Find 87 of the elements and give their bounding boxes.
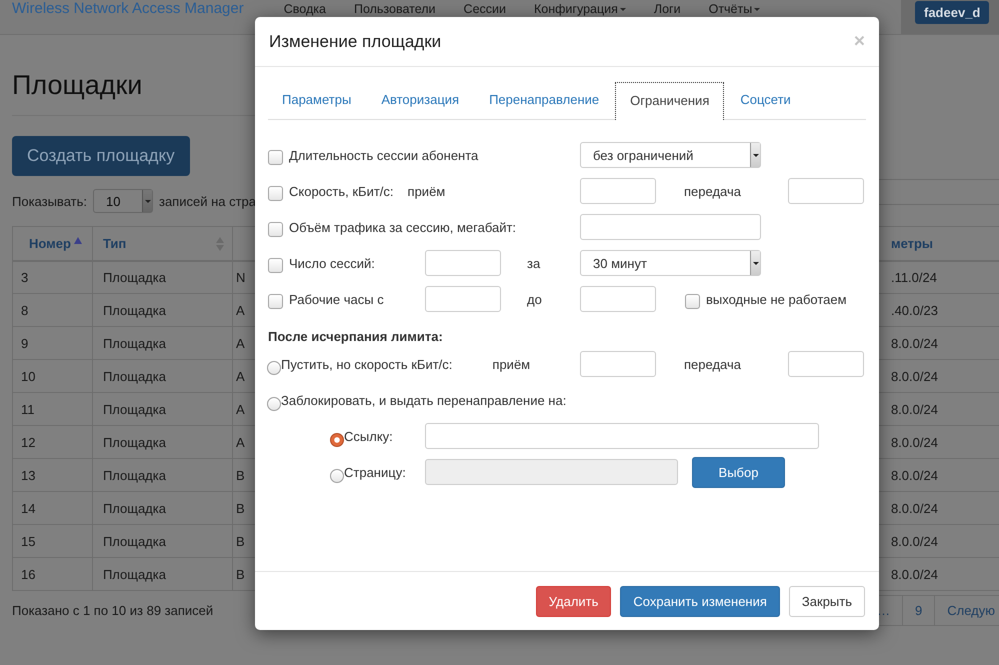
checkbox[interactable] (685, 294, 700, 308)
checkbox-label: выходные не работаем (706, 292, 847, 306)
field-label: до (526, 292, 543, 306)
field-label: за (526, 256, 542, 270)
table-info: Показано с 1 по 10 из 89 записей (12, 603, 214, 618)
radio-label: Ссылку: (344, 428, 393, 444)
field-label: приём (492, 356, 530, 372)
input-field[interactable] (580, 286, 656, 312)
select-field[interactable]: 30 минут (580, 250, 761, 276)
table-cell: Площадка (92, 558, 232, 590)
radio-button[interactable] (267, 361, 281, 375)
table-cell: 3 (12, 260, 92, 294)
field-label: передача (683, 356, 742, 372)
field-label: Длительность сессии абонента (289, 148, 478, 162)
tab[interactable]: Параметры (268, 82, 366, 119)
caret-icon (750, 143, 760, 167)
tab[interactable]: Авторизация (367, 82, 474, 119)
page-link[interactable]: Следую (935, 596, 999, 625)
input-field[interactable] (425, 286, 501, 312)
table-cell: 13 (12, 458, 92, 492)
input-field[interactable] (580, 351, 656, 377)
checkbox[interactable] (268, 150, 283, 164)
table-cell: Площадка (92, 458, 232, 492)
input-field[interactable] (580, 178, 656, 204)
table-cell: Площадка (92, 326, 232, 360)
table-cell: 8 (12, 294, 92, 326)
menu-item[interactable]: Сводка (284, 0, 326, 16)
create-button[interactable]: Создать площадку (12, 136, 190, 176)
radio-label: Страницу: (344, 464, 406, 480)
radio-label: Заблокировать, и выдать перенаправление на: (281, 392, 566, 408)
input-field[interactable] (425, 250, 501, 276)
radio-button[interactable] (330, 433, 344, 447)
column-header[interactable]: Номер (12, 226, 92, 260)
caret-icon (750, 251, 760, 275)
dialog-button[interactable]: Сохранить изменения (620, 586, 780, 616)
caret-icon (754, 8, 760, 10)
table-cell: Площадка (92, 426, 232, 458)
table-cell: Площадка (92, 492, 232, 524)
tab[interactable]: Соцсети (726, 82, 805, 119)
table-cell: 12 (12, 426, 92, 458)
input-field[interactable] (788, 178, 864, 204)
column-header[interactable]: Тип (92, 226, 232, 260)
field-label: Число сессий: (289, 256, 375, 270)
dialog-button[interactable]: Закрыть (788, 586, 865, 616)
tab[interactable]: Ограничения (615, 82, 724, 120)
tab[interactable]: Перенаправление (475, 82, 614, 119)
length-select[interactable]: 10 (92, 189, 153, 213)
dialog-title: Изменение площадки (269, 32, 442, 52)
table-cell: 15 (12, 524, 92, 558)
menu-item[interactable]: Конфигурация (534, 0, 626, 16)
checkbox[interactable] (268, 222, 283, 236)
checkbox[interactable] (268, 258, 283, 272)
table-cell: Площадка (92, 524, 232, 558)
length-label: Показывать: (12, 194, 87, 208)
field-label: Скорость, кБит/с: (289, 184, 394, 198)
table-cell: 11 (12, 392, 92, 426)
table-cell: 9 (12, 326, 92, 360)
length-suffix: записей на стра (158, 194, 256, 208)
caret-icon (142, 190, 152, 212)
caret-icon (620, 8, 626, 10)
table-cell: Площадка (92, 294, 232, 326)
table-cell: 10 (12, 360, 92, 392)
field-label: приём (408, 184, 446, 198)
input-field[interactable] (788, 351, 864, 377)
page-link[interactable]: 9 (903, 596, 936, 625)
field-label: Рабочие часы с (289, 292, 384, 306)
menu-item[interactable]: Отчёты (708, 0, 760, 16)
menu-item[interactable]: Пользователи (354, 0, 436, 16)
field-label: Объём трафика за сессию, мегабайт: (289, 220, 516, 234)
menu-item[interactable]: Логи (654, 0, 681, 16)
input-field[interactable] (425, 423, 819, 449)
table-cell: 14 (12, 492, 92, 524)
table-cell: Площадка (92, 392, 232, 426)
section-heading: После исчерпания лимита: (268, 329, 444, 344)
radio-label: Пустить, но скорость кБит/с: (281, 356, 452, 372)
input-field[interactable] (580, 214, 761, 240)
checkbox[interactable] (268, 294, 283, 308)
select-field[interactable]: без ограничений (580, 142, 761, 168)
user-button[interactable]: fadeev_d (915, 1, 990, 24)
table-cell: Площадка (92, 260, 232, 294)
checkbox[interactable] (268, 186, 283, 200)
field-label: передача (683, 184, 742, 198)
menu-item[interactable]: Сессии (464, 0, 506, 16)
radio-button[interactable] (267, 397, 281, 411)
table-cell: Площадка (92, 360, 232, 392)
dialog-button[interactable]: Удалить (536, 586, 612, 616)
table-cell: 16 (12, 558, 92, 590)
